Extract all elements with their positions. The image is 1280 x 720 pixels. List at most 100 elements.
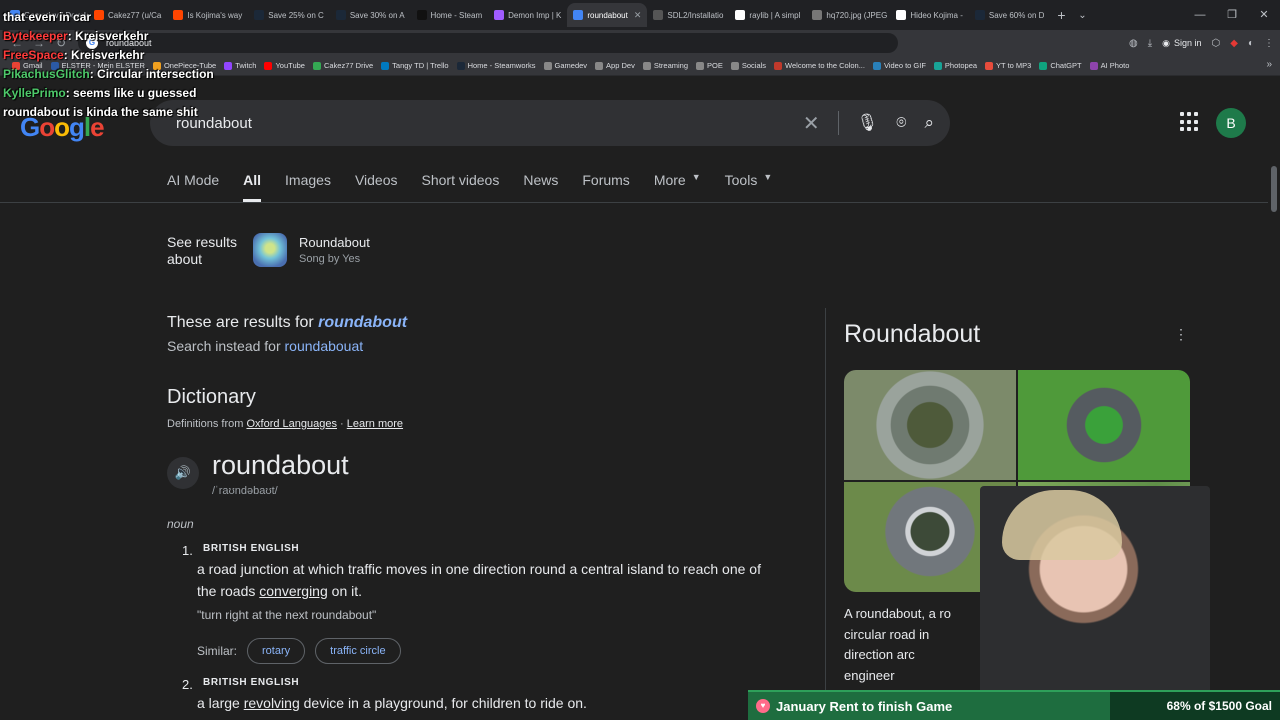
bookmark-item[interactable]: POE <box>692 61 727 70</box>
camera-lens-icon[interactable]: ⌾ <box>896 113 906 133</box>
close-window-icon[interactable]: ✕ <box>1248 0 1280 30</box>
bookmark-icon <box>264 61 273 70</box>
tab-news[interactable]: News <box>523 172 558 192</box>
tab-search-icon[interactable]: ⌄ <box>1072 10 1092 21</box>
translate-icon[interactable]: ◍ <box>1129 38 1138 49</box>
browser-tab[interactable]: roundabout ✕ <box>567 3 648 27</box>
tab-all[interactable]: All <box>243 172 262 202</box>
page-scrollbar[interactable] <box>1268 76 1280 720</box>
browser-tab[interactable]: Save 30% on A <box>330 3 411 27</box>
original-query-link[interactable]: roundabouat <box>285 338 364 354</box>
microphone-icon[interactable]: 🎙 <box>857 113 879 133</box>
browser-tab[interactable]: Home - Steam <box>411 3 489 27</box>
bookmark-item[interactable]: Cakez77 Drive <box>309 61 377 70</box>
browser-tab[interactable]: Save 60% on D <box>969 3 1051 27</box>
speaker-icon[interactable]: 🔊 <box>167 457 199 489</box>
minimize-icon[interactable]: — <box>1184 0 1216 30</box>
definition-register: BRITISH ENGLISH <box>203 543 300 554</box>
tab-images[interactable]: Images <box>285 172 331 192</box>
bookmark-item[interactable]: Welcome to the Colon... <box>770 61 869 70</box>
browser-tab[interactable]: raylib | A simpl <box>729 3 806 27</box>
window-controls: — ❐ ✕ <box>1184 0 1280 30</box>
corrected-query-link[interactable]: roundabout <box>318 314 407 331</box>
volume-icon[interactable]: ◐ <box>1248 38 1254 49</box>
converging-link[interactable]: converging <box>259 583 328 599</box>
bookmark-icon <box>872 61 881 70</box>
tab-favicon-icon <box>735 10 746 20</box>
tab-short-videos[interactable]: Short videos <box>422 172 500 192</box>
bookmark-item[interactable]: Photopea <box>930 61 981 70</box>
dictionary-word: roundabout <box>212 450 349 480</box>
bookmark-icon <box>312 61 321 70</box>
bookmark-item[interactable]: Video to GIF <box>869 61 930 70</box>
extensions-icon[interactable]: ⬡ <box>1212 38 1221 49</box>
tab-videos[interactable]: Videos <box>355 172 398 192</box>
restore-icon[interactable]: ❐ <box>1216 0 1248 30</box>
more-options-icon[interactable]: ⋮ <box>1174 326 1188 343</box>
definition-1: 1. BRITISH ENGLISH a road junction at wh… <box>182 543 772 622</box>
bookmark-icon <box>1089 61 1098 70</box>
heart-icon: ♥ <box>756 699 770 713</box>
revolving-link[interactable]: revolving <box>244 695 300 711</box>
bookmark-item[interactable]: AI Photo <box>1086 61 1134 70</box>
learn-more-link[interactable]: Learn more <box>347 418 403 430</box>
definition-example: "turn right at the next roundabout" <box>197 608 377 622</box>
search-input[interactable]: roundabout ✕ 🎙 ⌾ ⌕ <box>150 100 950 146</box>
scroll-thumb[interactable] <box>1271 166 1277 212</box>
definition-text: a road junction at which traffic moves i… <box>197 558 772 602</box>
browser-tab[interactable]: Demon Imp | K <box>488 3 567 27</box>
bookmark-item[interactable]: YouTube <box>260 61 308 70</box>
oxford-languages-link[interactable]: Oxford Languages <box>246 418 337 430</box>
correction-prefix: These are results for <box>167 314 319 331</box>
browser-tab[interactable]: Hideo Kojima - <box>890 3 968 27</box>
tab-ai-mode[interactable]: AI Mode <box>167 172 219 192</box>
tab-more[interactable]: More <box>654 172 686 192</box>
bookmark-item[interactable]: ChatGPT <box>1035 61 1085 70</box>
tab-favicon-icon <box>254 10 265 20</box>
tab-favicon-icon <box>494 10 505 20</box>
bookmark-label: Socials <box>741 61 767 70</box>
roundabout-aerial-image[interactable] <box>844 370 1016 480</box>
bookmark-item[interactable]: Socials <box>727 61 770 70</box>
bookmark-item[interactable]: Gamedev <box>540 61 592 70</box>
download-icon[interactable]: ⤓ <box>1148 38 1152 49</box>
search-icon[interactable]: ⌕ <box>924 113 934 133</box>
tab-close-icon[interactable]: ✕ <box>634 10 642 21</box>
avatar[interactable]: B <box>1216 108 1246 138</box>
google-apps-icon[interactable] <box>1180 112 1200 132</box>
bookmark-item[interactable]: YT to MP3 <box>981 61 1035 70</box>
dictionary-heading: Dictionary <box>167 386 256 408</box>
bookmark-item[interactable]: Tangy TD | Trello <box>377 61 452 70</box>
bookmark-item[interactable]: Home - Steamworks <box>453 61 540 70</box>
definition-number: 1. <box>182 543 193 558</box>
new-tab-icon[interactable]: + <box>1050 7 1072 23</box>
bookmark-item[interactable]: App Dev <box>591 61 639 70</box>
browser-menu-icon[interactable]: ⋮ <box>1264 38 1274 49</box>
roundabout-diagram-image[interactable] <box>1018 370 1190 480</box>
adblock-icon[interactable]: ◆ <box>1230 38 1238 49</box>
bookmark-item[interactable]: Streaming <box>639 61 692 70</box>
tab-favicon-icon <box>416 10 427 20</box>
chat-username: PikachusGlitch <box>3 67 90 81</box>
tab-label: raylib | A simpl <box>749 10 801 20</box>
browser-tab[interactable]: hq720.jpg (JPEG Im <box>806 3 890 27</box>
clear-search-icon[interactable]: ✕ <box>803 111 820 136</box>
knowledge-panel-title: Roundabout <box>844 320 981 348</box>
sign-in-button[interactable]: ◉ Sign in <box>1162 38 1201 49</box>
bookmark-icon <box>933 61 942 70</box>
part-of-speech: noun <box>167 517 194 531</box>
chat-username: KyllePrimo <box>3 86 66 100</box>
song-title: Roundabout <box>299 235 370 250</box>
bookmark-label: Welcome to the Colon... <box>785 61 865 70</box>
search-instead: Search instead for roundabouat <box>167 338 363 354</box>
similar-chip-traffic-circle[interactable]: traffic circle <box>315 638 401 664</box>
more-bookmarks-icon[interactable]: » <box>1266 59 1272 70</box>
similar-chip-rotary[interactable]: rotary <box>247 638 306 664</box>
similar-label: Similar: <box>197 644 238 658</box>
browser-tab[interactable]: SDL2/Installatio <box>647 3 729 27</box>
tab-forums[interactable]: Forums <box>582 172 629 192</box>
browser-tab[interactable]: Save 25% on C <box>248 3 330 27</box>
tab-tools[interactable]: Tools <box>725 172 758 192</box>
phonetic: /ˈraʊndəbaʊt/ <box>212 485 278 497</box>
see-results-chip[interactable]: Roundabout Song by Yes <box>253 233 370 267</box>
